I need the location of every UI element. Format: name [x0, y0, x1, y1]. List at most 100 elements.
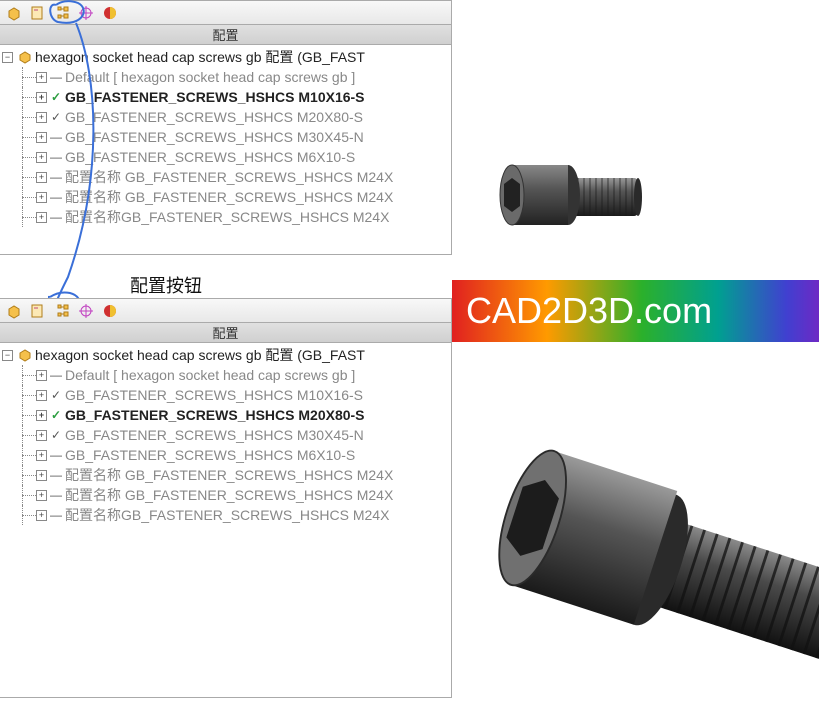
tab-display-manager[interactable]: [98, 2, 122, 24]
status-icon: ✓: [49, 408, 63, 422]
expand-toggle[interactable]: +: [36, 152, 47, 163]
panel-toolbar: [0, 299, 451, 323]
expand-toggle[interactable]: +: [36, 430, 47, 441]
status-icon: —: [49, 508, 63, 522]
tree-item-label: 配置名称 GB_FASTENER_SCREWS_HSHCS M24X: [65, 167, 393, 187]
tab-feature-manager[interactable]: [2, 300, 26, 322]
expand-toggle[interactable]: +: [36, 172, 47, 183]
status-icon: —: [49, 368, 63, 382]
expand-toggle[interactable]: −: [2, 350, 13, 361]
status-icon: ✓: [49, 428, 63, 442]
status-icon: —: [49, 448, 63, 462]
status-icon: —: [49, 150, 63, 164]
expand-toggle[interactable]: +: [36, 132, 47, 143]
graphics-viewport[interactable]: CAD2D3D.com: [452, 0, 819, 700]
tree-item[interactable]: +—GB_FASTENER_SCREWS_HSHCS M6X10-S: [0, 147, 451, 167]
expand-toggle[interactable]: +: [36, 370, 47, 381]
tree-item-label: Default [ hexagon socket head cap screws…: [65, 367, 355, 383]
tree-item[interactable]: +—Default [ hexagon socket head cap scre…: [0, 67, 451, 87]
tree-item[interactable]: +—配置名称GB_FASTENER_SCREWS_HSHCS M24X: [0, 505, 451, 525]
expand-toggle[interactable]: +: [36, 490, 47, 501]
tree-item-label: GB_FASTENER_SCREWS_HSHCS M30X45-N: [65, 129, 364, 145]
expand-toggle[interactable]: +: [36, 192, 47, 203]
status-icon: ✓: [49, 388, 63, 402]
expand-toggle[interactable]: +: [36, 410, 47, 421]
crosshair-icon: [78, 303, 94, 319]
status-icon: —: [49, 468, 63, 482]
expand-toggle[interactable]: +: [36, 510, 47, 521]
annotation-label: 配置按钮: [130, 272, 202, 298]
expand-toggle[interactable]: +: [36, 470, 47, 481]
appearance-icon: [102, 5, 118, 21]
tree-item[interactable]: +✓GB_FASTENER_SCREWS_HSHCS M10X16-S: [0, 385, 451, 405]
tree-item[interactable]: +—GB_FASTENER_SCREWS_HSHCS M30X45-N: [0, 127, 451, 147]
screw-model-large: [492, 420, 819, 705]
tree-item[interactable]: +—配置名称 GB_FASTENER_SCREWS_HSHCS M24X: [0, 167, 451, 187]
cube-icon: [6, 303, 22, 319]
expand-toggle[interactable]: +: [36, 212, 47, 223]
tree-item-label: GB_FASTENER_SCREWS_HSHCS M10X16-S: [65, 387, 363, 403]
tree-item-label: 配置名称GB_FASTENER_SCREWS_HSHCS M24X: [65, 207, 389, 227]
tree-root[interactable]: − hexagon socket head cap screws gb 配置 (G…: [0, 47, 451, 67]
expand-toggle[interactable]: +: [36, 390, 47, 401]
tree-item-label: GB_FASTENER_SCREWS_HSHCS M6X10-S: [65, 447, 355, 463]
tree-item[interactable]: +—配置名称 GB_FASTENER_SCREWS_HSHCS M24X: [0, 465, 451, 485]
tab-dimxpert[interactable]: [74, 2, 98, 24]
tree-item[interactable]: +—配置名称GB_FASTENER_SCREWS_HSHCS M24X: [0, 207, 451, 227]
config-tree-icon: [54, 5, 70, 21]
tree-root-label: hexagon socket head cap screws gb 配置 (GB…: [35, 47, 365, 67]
tree-item-label: GB_FASTENER_SCREWS_HSHCS M10X16-S: [65, 89, 365, 105]
config-icon: [18, 348, 32, 362]
tab-property-manager[interactable]: [26, 300, 50, 322]
config-tree-icon: [54, 303, 70, 319]
tree-item[interactable]: +✓GB_FASTENER_SCREWS_HSHCS M20X80-S: [0, 107, 451, 127]
tree-item-label: 配置名称 GB_FASTENER_SCREWS_HSHCS M24X: [65, 465, 393, 485]
tree-item[interactable]: +—配置名称 GB_FASTENER_SCREWS_HSHCS M24X: [0, 187, 451, 207]
cube-icon: [6, 5, 22, 21]
tree-item-label: GB_FASTENER_SCREWS_HSHCS M20X80-S: [65, 109, 363, 125]
status-icon: ✓: [49, 110, 63, 124]
tree-item[interactable]: +✓GB_FASTENER_SCREWS_HSHCS M20X80-S: [0, 405, 451, 425]
tree-root-label: hexagon socket head cap screws gb 配置 (GB…: [35, 345, 365, 365]
sheet-icon: [30, 5, 46, 21]
crosshair-icon: [78, 5, 94, 21]
panel-header: 配置: [0, 25, 451, 45]
expand-toggle[interactable]: +: [36, 92, 47, 103]
tab-dimxpert[interactable]: [74, 300, 98, 322]
status-icon: —: [49, 170, 63, 184]
config-tree: − hexagon socket head cap screws gb 配置 (G…: [0, 45, 451, 254]
panel-header: 配置: [0, 323, 451, 343]
expand-toggle[interactable]: +: [36, 112, 47, 123]
tree-item-label: GB_FASTENER_SCREWS_HSHCS M30X45-N: [65, 427, 364, 443]
config-panel-bottom: 配置 − hexagon socket head cap screws gb 配置…: [0, 298, 452, 698]
tree-item[interactable]: +—Default [ hexagon socket head cap scre…: [0, 365, 451, 385]
watermark-logo: CAD2D3D.com: [452, 280, 819, 342]
tab-property-manager[interactable]: [26, 2, 50, 24]
tab-display-manager[interactable]: [98, 300, 122, 322]
status-icon: —: [49, 130, 63, 144]
tree-item-label: Default [ hexagon socket head cap screws…: [65, 69, 355, 85]
tree-item[interactable]: +—配置名称 GB_FASTENER_SCREWS_HSHCS M24X: [0, 485, 451, 505]
status-icon: ✓: [49, 90, 63, 104]
tree-root[interactable]: − hexagon socket head cap screws gb 配置 (G…: [0, 345, 451, 365]
tree-item[interactable]: +—GB_FASTENER_SCREWS_HSHCS M6X10-S: [0, 445, 451, 465]
tree-item-label: GB_FASTENER_SCREWS_HSHCS M6X10-S: [65, 149, 355, 165]
sheet-icon: [30, 303, 46, 319]
tree-item-label: 配置名称GB_FASTENER_SCREWS_HSHCS M24X: [65, 505, 389, 525]
config-tree: − hexagon socket head cap screws gb 配置 (G…: [0, 343, 451, 697]
config-panel-top: 配置 − hexagon socket head cap screws gb 配置…: [0, 0, 452, 255]
tab-configuration-manager[interactable]: [50, 300, 74, 322]
status-icon: —: [49, 488, 63, 502]
tree-item[interactable]: +✓GB_FASTENER_SCREWS_HSHCS M30X45-N: [0, 425, 451, 445]
appearance-icon: [102, 303, 118, 319]
expand-toggle[interactable]: −: [2, 52, 13, 63]
tree-item[interactable]: +✓GB_FASTENER_SCREWS_HSHCS M10X16-S: [0, 87, 451, 107]
tab-feature-manager[interactable]: [2, 2, 26, 24]
expand-toggle[interactable]: +: [36, 450, 47, 461]
status-icon: —: [49, 210, 63, 224]
tree-item-label: 配置名称 GB_FASTENER_SCREWS_HSHCS M24X: [65, 485, 393, 505]
panel-toolbar: [0, 1, 451, 25]
expand-toggle[interactable]: +: [36, 72, 47, 83]
tree-item-label: 配置名称 GB_FASTENER_SCREWS_HSHCS M24X: [65, 187, 393, 207]
tab-configuration-manager[interactable]: [50, 2, 74, 24]
